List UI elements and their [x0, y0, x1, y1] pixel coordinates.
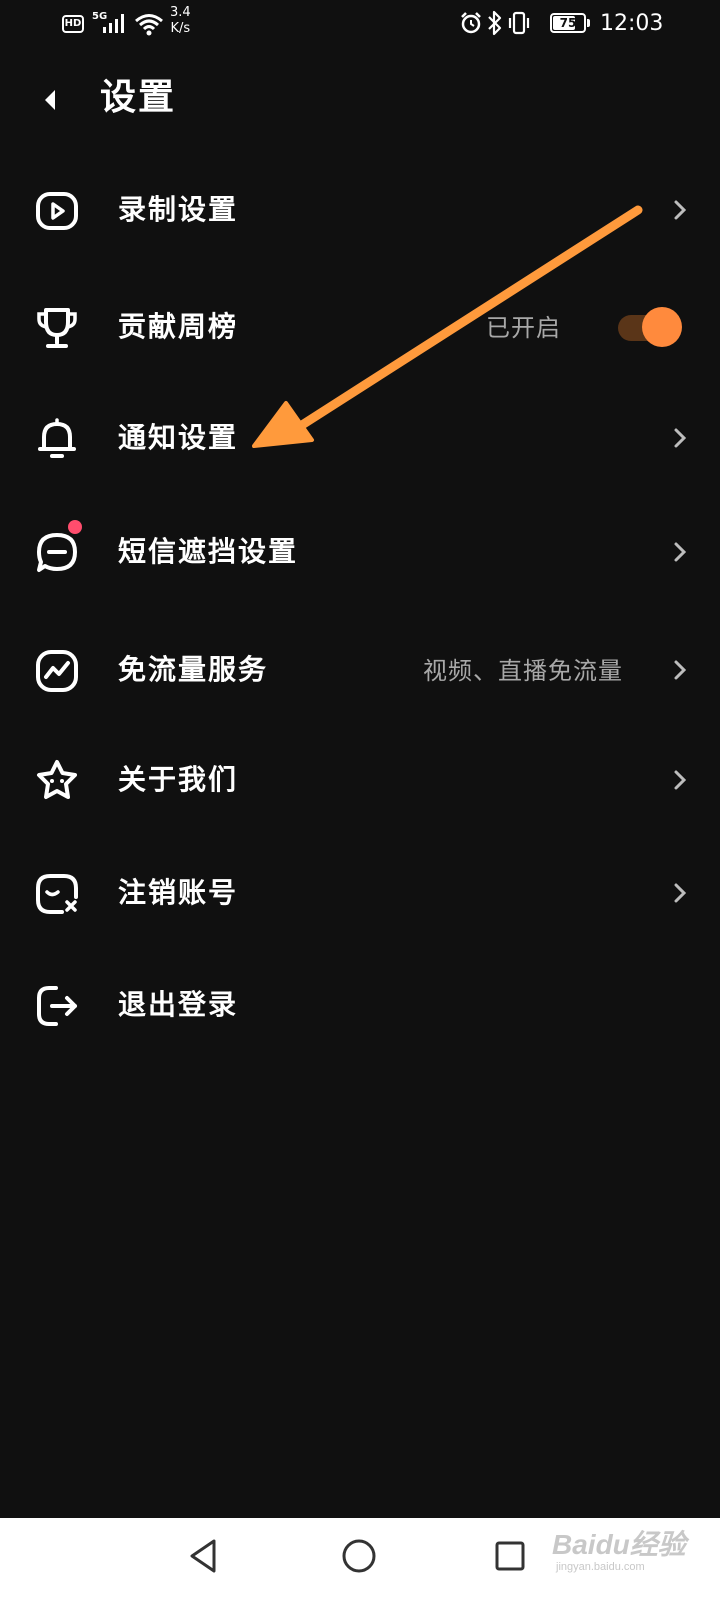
battery-icon: 75 — [550, 13, 586, 33]
chevron-right-icon — [674, 200, 687, 220]
chevron-right-icon — [674, 428, 687, 448]
speed-unit: K/s — [170, 21, 191, 36]
nav-home-icon[interactable] — [341, 1538, 377, 1574]
message-icon — [37, 533, 77, 572]
notification-badge — [68, 520, 82, 534]
back-arrow-icon — [45, 90, 55, 110]
settings-row-record[interactable]: 录制设置 — [0, 160, 720, 260]
watermark: Baidu经验 jingyan.baidu.com — [552, 1530, 686, 1574]
settings-row-label: 贡献周榜 — [118, 310, 239, 343]
watermark-main: Baidu经验 — [552, 1529, 686, 1560]
settings-row-sms-block[interactable]: 短信遮挡设置 — [0, 502, 720, 602]
bluetooth-icon — [488, 10, 502, 36]
back-button[interactable] — [28, 78, 72, 122]
hd-icon: HD — [62, 15, 84, 33]
battery-level: 75 — [559, 16, 577, 30]
contribution-toggle[interactable] — [616, 307, 682, 349]
settings-row-logout[interactable]: 退出登录 — [0, 955, 720, 1055]
settings-row-label: 注销账号 — [118, 876, 239, 909]
chevron-right-icon — [674, 770, 687, 790]
settings-row-label: 关于我们 — [118, 763, 239, 796]
status-bar: HD 5G 3.4 K/s 75 12:03 — [0, 0, 720, 50]
chart-icon — [36, 650, 78, 692]
network-speed: 3.4 K/s — [170, 5, 191, 37]
header: 设置 — [0, 60, 720, 140]
battery-cap — [587, 19, 590, 27]
settings-row-label: 退出登录 — [118, 988, 239, 1021]
video-icon — [36, 192, 78, 230]
bell-icon — [38, 418, 76, 458]
wifi-icon — [135, 14, 163, 36]
chevron-right-icon — [674, 660, 687, 680]
free-data-description: 视频、直播免流量 — [423, 657, 623, 685]
settings-row-deactivate[interactable]: 注销账号 — [0, 843, 720, 943]
clock: 12:03 — [600, 11, 664, 36]
speed-value: 3.4 — [170, 5, 191, 20]
navigation-bar: Baidu经验 jingyan.baidu.com — [0, 1518, 720, 1600]
page-title: 设置 — [100, 77, 177, 118]
vibrate-icon — [508, 11, 530, 35]
settings-row-notification[interactable]: 通知设置 — [0, 388, 720, 488]
alarm-icon — [461, 12, 481, 34]
logout-icon — [37, 986, 77, 1026]
settings-row-label: 通知设置 — [118, 421, 239, 454]
chevron-right-icon — [674, 883, 687, 903]
settings-row-free-data[interactable]: 免流量服务 视频、直播免流量 — [0, 620, 720, 720]
toggle-knob — [642, 307, 682, 347]
settings-screen: HD 5G 3.4 K/s 75 12:03 设置 录制设置 贡献周榜 已开启 … — [0, 0, 720, 1600]
settings-row-contribution: 贡献周榜 已开启 — [0, 277, 720, 377]
settings-row-about[interactable]: 关于我们 — [0, 730, 720, 830]
trophy-icon — [37, 308, 77, 348]
nav-recent-icon[interactable] — [494, 1540, 526, 1572]
contribution-status: 已开启 — [486, 314, 561, 342]
settings-row-label: 录制设置 — [118, 193, 239, 226]
account-cancel-icon — [36, 874, 78, 914]
settings-row-label: 免流量服务 — [118, 653, 269, 686]
signal-icon — [103, 14, 124, 33]
settings-row-label: 短信遮挡设置 — [118, 535, 299, 568]
chevron-right-icon — [674, 542, 687, 562]
star-icon — [37, 760, 77, 799]
nav-back-icon[interactable] — [188, 1538, 220, 1574]
watermark-sub: jingyan.baidu.com — [556, 1561, 645, 1573]
